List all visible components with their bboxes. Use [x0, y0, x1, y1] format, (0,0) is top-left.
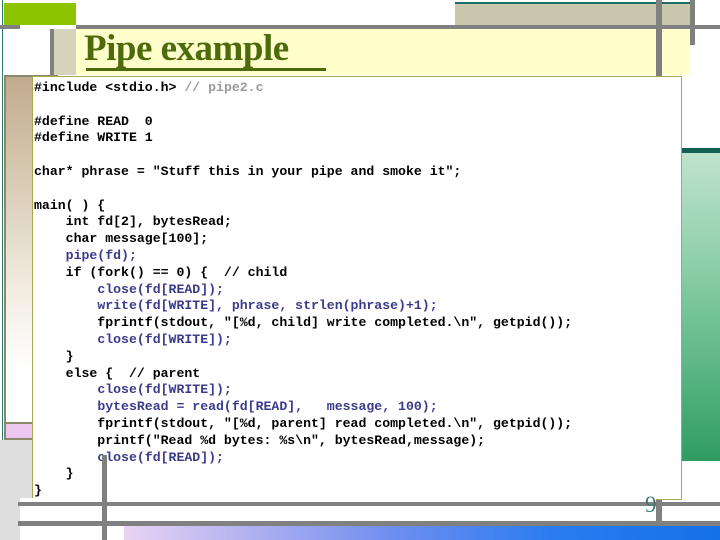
code-line: close(fd[READ]);	[34, 450, 682, 467]
footer-rule-top	[18, 502, 720, 506]
header-separator-top	[690, 0, 695, 26]
footer-left-white	[20, 526, 102, 540]
code-line: fprintf(stdout, "[%d, child] write compl…	[34, 315, 682, 332]
title-underline	[86, 68, 326, 71]
code-token: // pipe2.c	[184, 80, 264, 95]
code-token: char* phrase = "Stuff this in your pipe …	[34, 163, 462, 179]
code-token: close(fd[READ]);	[97, 449, 224, 465]
code-listing: #include <stdio.h> // pipe2.c #define REA…	[34, 80, 682, 500]
page-title: Pipe example	[84, 28, 289, 69]
footer-gradient-bar	[124, 526, 720, 540]
code-token: bytesRead = read(fd[READ], message, 100)…	[97, 399, 438, 415]
code-line: }	[34, 349, 682, 366]
header-separator-bottom	[690, 29, 695, 45]
code-line: bytesRead = read(fd[READ], message, 100)…	[34, 399, 682, 416]
code-line: char* phrase = "Stuff this in your pipe …	[34, 164, 682, 181]
code-line: close(fd[WRITE]);	[34, 332, 682, 349]
slide: Pipe example #include <stdio.h> // pipe2…	[0, 0, 720, 540]
code-token: #include <stdio.h>	[34, 80, 185, 95]
code-token: close(fd[WRITE]);	[97, 382, 232, 398]
code-token: #define WRITE 1	[34, 130, 153, 146]
code-token: main( ) {	[34, 197, 106, 213]
code-token: close(fd[WRITE]);	[97, 331, 232, 347]
code-line: #define READ 0	[34, 114, 682, 131]
code-token: #define READ 0	[34, 113, 153, 129]
code-line: write(fd[WRITE], phrase, strlen(phrase)+…	[34, 298, 682, 315]
code-token: write(fd[WRITE], phrase, strlen(phrase)+…	[97, 298, 438, 314]
code-token: }	[34, 466, 74, 482]
code-line: char message[100];	[34, 231, 682, 248]
code-line: }	[34, 466, 682, 483]
code-line: close(fd[WRITE]);	[34, 382, 682, 399]
code-line: pipe(fd);	[34, 248, 682, 265]
code-line: printf("Read %d bytes: %s\n", bytesRead,…	[34, 433, 682, 450]
code-line: #define WRITE 1	[34, 130, 682, 147]
footer-divider-upper	[102, 455, 107, 503]
green-accent-chip	[4, 3, 76, 25]
code-token: int fd[2], bytesRead;	[34, 214, 232, 230]
title-left-white	[4, 29, 50, 75]
code-line: main( ) {	[34, 198, 682, 215]
code-token: if (fork() == 0) { // child	[34, 264, 288, 280]
title-chip	[54, 29, 76, 75]
code-line: else { // parent	[34, 366, 682, 383]
footer-bluebar-gap	[107, 526, 124, 540]
code-line: fprintf(stdout, "[%d, parent] read compl…	[34, 416, 682, 433]
code-line: if (fork() == 0) { // child	[34, 265, 682, 282]
code-line: #include <stdio.h> // pipe2.c	[34, 80, 682, 97]
header-khaki-block	[455, 4, 690, 25]
code-token: close(fd[READ]);	[97, 281, 224, 297]
code-token: char message[100];	[34, 231, 209, 247]
code-token: printf("Read %d bytes: %s\n", bytesRead,…	[34, 432, 486, 448]
code-token: }	[34, 348, 74, 364]
code-token: pipe(fd);	[65, 247, 137, 263]
code-token: fprintf(stdout, "[%d, child] write compl…	[34, 315, 573, 331]
code-line: int fd[2], bytesRead;	[34, 214, 682, 231]
code-token: fprintf(stdout, "[%d, parent] read compl…	[34, 415, 573, 431]
code-token: }	[34, 483, 42, 499]
code-line: close(fd[READ]);	[34, 282, 682, 299]
page-number: 9	[645, 492, 657, 517]
code-token: else { // parent	[34, 365, 201, 381]
